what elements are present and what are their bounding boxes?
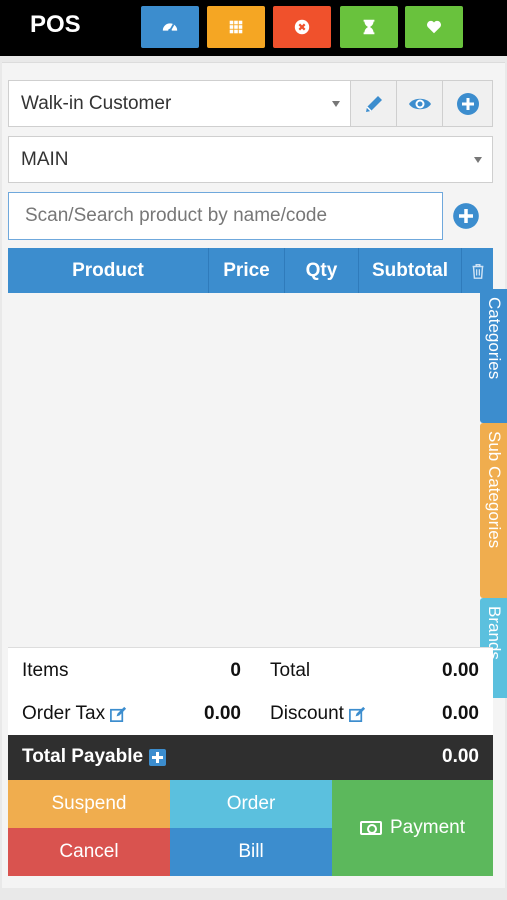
total-payable-value: 0.00: [442, 746, 479, 767]
hourglass-button[interactable]: [340, 6, 398, 48]
discount-label: Discount: [270, 703, 344, 724]
chevron-down-icon: [332, 100, 340, 107]
edit-customer-button[interactable]: [350, 80, 397, 127]
bill-button[interactable]: Bill: [170, 828, 332, 876]
order-tax-value: 0.00: [204, 703, 241, 724]
suspend-button[interactable]: Suspend: [8, 780, 170, 828]
view-customer-button[interactable]: [396, 80, 443, 127]
items-label: Items: [22, 660, 69, 681]
plus-circle-icon: [453, 203, 479, 229]
items-value: 0: [230, 660, 241, 681]
total-payable-label: Total Payable: [22, 746, 144, 767]
column-qty: Qty: [285, 248, 359, 293]
eye-icon: [408, 98, 431, 109]
totals-panel: Items 0 Total 0.00 Order Tax 0.00 Discou…: [8, 647, 493, 735]
warehouse-select-value: MAIN: [21, 148, 69, 170]
dashboard-button[interactable]: [141, 6, 199, 48]
close-circle-icon: [294, 19, 310, 35]
cancel-button[interactable]: Cancel: [8, 828, 170, 876]
grid-icon: [229, 20, 243, 34]
chevron-down-icon: [474, 156, 482, 163]
tab-sub-categories-label: Sub Categories: [485, 431, 504, 549]
column-price: Price: [209, 248, 285, 293]
add-shipping-icon[interactable]: [149, 748, 167, 766]
clear-cart-button[interactable]: [462, 248, 493, 293]
column-subtotal: Subtotal: [359, 248, 462, 293]
payment-button-label: Payment: [390, 817, 465, 838]
customer-select-value: Walk-in Customer: [21, 92, 172, 114]
tab-sub-categories[interactable]: Sub Categories: [480, 423, 507, 598]
total-label: Total: [270, 660, 311, 681]
order-tax-label: Order Tax: [22, 703, 106, 724]
total-payable-bar: Total Payable 0.00: [8, 735, 493, 780]
hourglass-icon: [363, 19, 375, 35]
pencil-icon: [365, 95, 382, 112]
tab-categories[interactable]: Categories: [480, 289, 507, 423]
cart-items-area: [8, 293, 493, 645]
order-button[interactable]: Order: [170, 780, 332, 828]
total-value: 0.00: [442, 660, 479, 681]
close-button[interactable]: [273, 6, 331, 48]
cart-table-header: Product Price Qty Subtotal: [8, 248, 493, 293]
favorite-button[interactable]: [405, 6, 463, 48]
add-customer-button[interactable]: [442, 80, 493, 127]
top-bar: POS: [0, 0, 507, 56]
total-payable-row: Total Payable: [22, 742, 167, 772]
grid-button[interactable]: [207, 6, 265, 48]
money-icon: [360, 821, 382, 835]
product-search-input[interactable]: [8, 192, 443, 240]
heart-icon: [426, 20, 442, 34]
add-product-button[interactable]: [452, 202, 480, 230]
tab-categories-label: Categories: [485, 297, 504, 380]
edit-discount-icon[interactable]: [348, 705, 367, 724]
trash-icon: [472, 263, 483, 279]
warehouse-select[interactable]: MAIN: [8, 136, 493, 183]
brand-logo: POS: [30, 11, 81, 38]
plus-circle-icon: [456, 92, 479, 115]
customer-select[interactable]: Walk-in Customer: [8, 80, 351, 127]
dashboard-icon: [162, 23, 178, 33]
order-tax-row: Order Tax: [22, 699, 128, 729]
discount-value: 0.00: [442, 703, 479, 724]
payment-button[interactable]: Payment: [332, 780, 493, 876]
edit-tax-icon[interactable]: [109, 705, 128, 724]
discount-row: Discount: [270, 699, 367, 729]
column-product: Product: [8, 248, 209, 293]
